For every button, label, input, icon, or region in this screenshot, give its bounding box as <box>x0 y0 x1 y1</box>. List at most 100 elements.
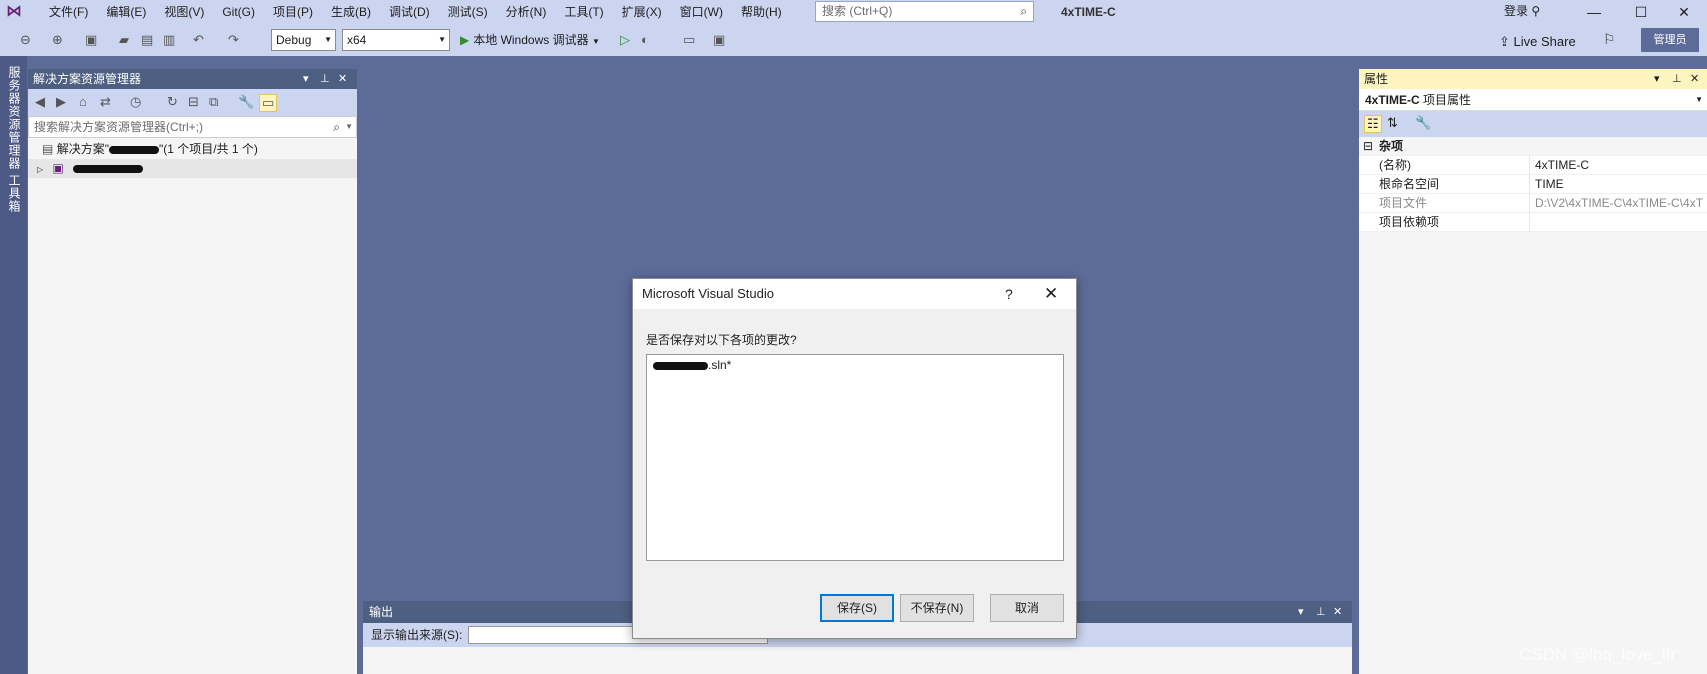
property-row[interactable]: 根命名空间 TIME <box>1359 175 1707 194</box>
menu-debug[interactable]: 调试(D) <box>380 0 439 24</box>
object-type: 项目属性 <box>1423 93 1472 107</box>
menu-extensions[interactable]: 扩展(X) <box>613 0 671 24</box>
close-pane-icon[interactable]: ✕ <box>338 69 347 89</box>
redo-icon[interactable]: ↷ <box>228 31 239 49</box>
property-row[interactable]: (名称) 4xTIME-C <box>1359 156 1707 175</box>
list-item[interactable]: .sln* <box>653 357 1057 373</box>
platform-select[interactable]: x64 ▼ <box>342 29 450 51</box>
redaction-mark <box>108 145 159 154</box>
navigate-forward-icon[interactable]: ⊕ <box>52 31 63 49</box>
live-share-label: Live Share <box>1513 34 1576 49</box>
close-pane-icon[interactable]: ✕ <box>1690 69 1699 89</box>
save-all-icon[interactable]: ▥ <box>163 31 175 49</box>
menu-edit[interactable]: 编辑(E) <box>97 0 155 24</box>
title-bar: ⋈ 文件(F) 编辑(E) 视图(V) Git(G) 项目(P) 生成(B) 调… <box>0 0 1707 24</box>
close-icon[interactable]: ✕ <box>1044 279 1058 309</box>
menu-build[interactable]: 生成(B) <box>322 0 380 24</box>
property-row[interactable]: 项目文件 D:\V2\4xTIME-C\4xTIME-C\4xT <box>1359 194 1707 213</box>
configuration-value: Debug <box>276 33 312 47</box>
preview-selected-icon[interactable]: ▭ <box>259 94 278 112</box>
close-pane-icon[interactable]: ✕ <box>1333 601 1342 623</box>
show-all-files-icon[interactable]: ⧉ <box>209 94 218 110</box>
pin-icon[interactable]: ⊥ <box>1316 601 1326 623</box>
server-explorer-tab[interactable]: 服务器资源管理器 <box>6 66 23 170</box>
dont-save-button[interactable]: 不保存(N) <box>900 594 974 622</box>
admin-badge[interactable]: 管理员 <box>1641 28 1699 52</box>
properties-object-select[interactable]: 4xTIME-C 项目属性 ▼ <box>1359 89 1707 111</box>
dialog-title-bar: Microsoft Visual Studio ? ✕ <box>633 279 1076 309</box>
solution-search-input[interactable]: 搜索解决方案资源管理器(Ctrl+;) ⌕ ▼ <box>28 116 357 138</box>
menu-git[interactable]: Git(G) <box>213 0 264 24</box>
solution-node[interactable]: ▤ 解决方案" "(1 个项目/共 1 个) <box>28 140 357 159</box>
global-search-input[interactable]: 搜索 (Ctrl+Q) ⌕ <box>815 1 1034 22</box>
live-share-button[interactable]: ⇪ Live Share <box>1499 32 1576 52</box>
collapse-icon[interactable]: ⊟ <box>1363 137 1373 156</box>
new-project-icon[interactable]: ▣ <box>85 31 97 49</box>
categorized-icon[interactable]: ☷ <box>1364 115 1382 133</box>
refresh-icon[interactable]: ↻ <box>167 94 178 110</box>
object-name: 4xTIME-C <box>1365 93 1420 107</box>
property-grid: ⊟ 杂项 (名称) 4xTIME-C 根命名空间 TIME 项目文件 D:\V2\4x… <box>1359 137 1707 232</box>
menu-test[interactable]: 测试(S) <box>439 0 497 24</box>
cancel-button[interactable]: 取消 <box>990 594 1064 622</box>
menu-analyze[interactable]: 分析(N) <box>497 0 556 24</box>
project-node[interactable]: ▷ ▣ <box>28 159 357 178</box>
chevron-down-icon: ▼ <box>1695 95 1703 104</box>
property-key: (名称) <box>1379 158 1411 172</box>
undo-icon[interactable]: ↶ <box>193 31 204 49</box>
expand-arrow-icon[interactable]: ▷ <box>37 165 43 174</box>
minimize-icon[interactable]: — <box>1571 0 1617 24</box>
solution-label-suffix: "(1 个项目/共 1 个) <box>158 142 258 156</box>
property-row[interactable]: 项目依赖项 <box>1359 213 1707 232</box>
property-category[interactable]: ⊟ 杂项 <box>1359 137 1707 156</box>
menu-project[interactable]: 项目(P) <box>264 0 322 24</box>
menu-help[interactable]: 帮助(H) <box>732 0 791 24</box>
solution-explorer-toolbar: ◀ ▶ ⌂ ⇄ ◷ ↻ ⊟ ⧉ 🔧 ▭ <box>28 89 357 116</box>
solution-label-prefix: 解决方案" <box>56 142 109 156</box>
pane-options-icon[interactable]: ▾ <box>1298 601 1304 623</box>
property-pages-wrench-icon[interactable]: 🔧 <box>1415 115 1431 131</box>
pane-options-icon[interactable]: ▾ <box>303 69 309 89</box>
pending-changes-icon[interactable]: ◷ <box>130 94 141 110</box>
browse-folder-icon[interactable]: ▭ <box>683 31 695 49</box>
close-icon[interactable]: ✕ <box>1661 0 1707 24</box>
help-button[interactable]: ? <box>1005 279 1013 309</box>
save-icon[interactable]: ▤ <box>141 31 153 49</box>
window-layout-icon[interactable]: ▣ <box>713 31 725 49</box>
unsaved-items-list[interactable]: .sln* <box>646 354 1064 561</box>
chevron-down-icon[interactable]: ▼ <box>345 117 353 137</box>
maximize-icon[interactable]: ☐ <box>1618 0 1664 24</box>
start-without-debugging-icon[interactable]: ▷ <box>620 31 630 49</box>
property-key: 项目依赖项 <box>1379 215 1440 229</box>
hot-reload-icon[interactable]: ◐ <box>641 31 649 49</box>
navigate-back-icon[interactable]: ⊖ <box>20 31 31 49</box>
redaction-mark <box>653 361 708 370</box>
forward-icon[interactable]: ▶ <box>56 94 66 110</box>
search-placeholder: 搜索 (Ctrl+Q) <box>822 4 893 18</box>
home-icon[interactable]: ⌂ <box>79 94 87 109</box>
switch-views-icon[interactable]: ⇄ <box>100 94 111 110</box>
visual-studio-logo-icon[interactable]: ⋈ <box>6 3 28 21</box>
menu-file[interactable]: 文件(F) <box>40 0 97 24</box>
login-link[interactable]: 登录 ⚲ <box>1504 0 1540 22</box>
back-icon[interactable]: ◀ <box>35 94 45 110</box>
output-source-label: 显示输出来源(S): <box>371 628 463 642</box>
toolbox-tab[interactable]: 工具箱 <box>6 174 23 213</box>
feedback-icon[interactable]: ⚐ <box>1603 31 1616 48</box>
pane-options-icon[interactable]: ▾ <box>1654 69 1660 89</box>
save-changes-dialog: Microsoft Visual Studio ? ✕ 是否保存对以下各项的更改… <box>632 278 1077 639</box>
save-button[interactable]: 保存(S) <box>820 594 894 622</box>
collapse-all-icon[interactable]: ⊟ <box>188 94 199 110</box>
menu-tools[interactable]: 工具(T) <box>555 0 612 24</box>
pin-icon[interactable]: ⊥ <box>320 69 330 89</box>
menu-view[interactable]: 视图(V) <box>155 0 213 24</box>
menu-window[interactable]: 窗口(W) <box>671 0 732 24</box>
open-folder-icon[interactable]: ▰ <box>119 31 129 49</box>
alphabetical-icon[interactable]: ⇅ <box>1387 115 1398 131</box>
run-label: 本地 Windows 调试器 <box>473 33 589 47</box>
configuration-select[interactable]: Debug ▼ <box>271 29 336 51</box>
start-debugging-button[interactable]: ▶ 本地 Windows 调试器 ▼ <box>460 29 600 53</box>
properties-header: 属性 ▾ ⊥ ✕ <box>1359 69 1707 89</box>
pin-icon[interactable]: ⊥ <box>1672 69 1682 89</box>
properties-wrench-icon[interactable]: 🔧 <box>238 94 254 110</box>
